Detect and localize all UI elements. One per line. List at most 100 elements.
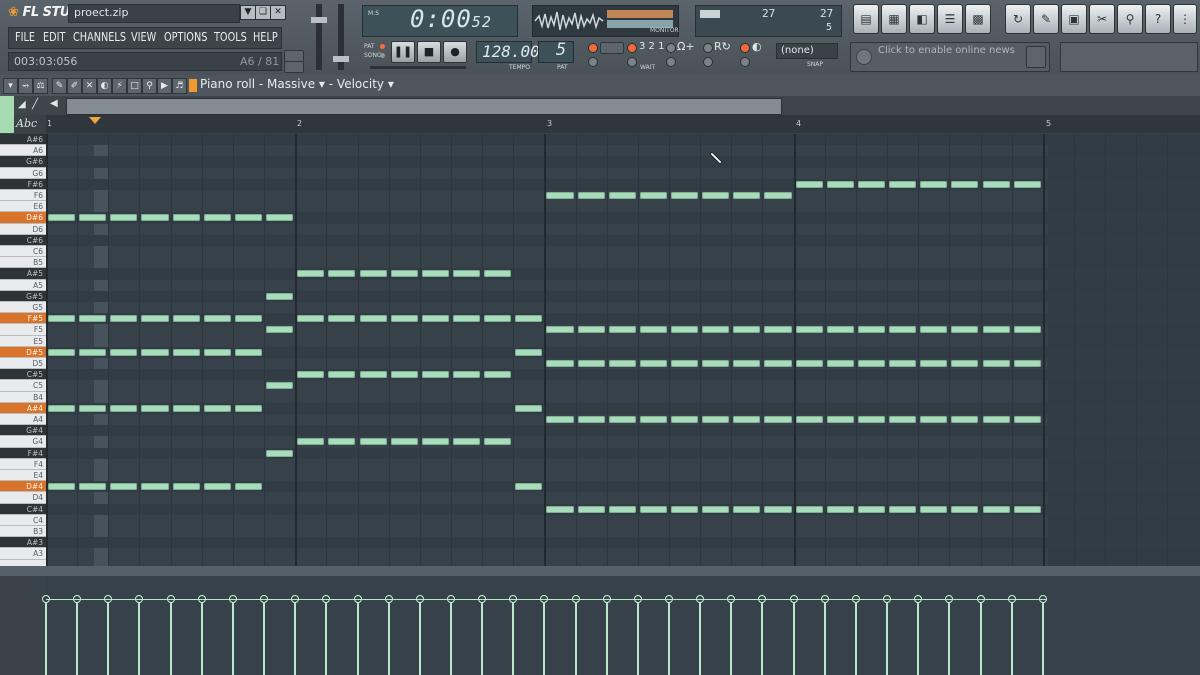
midi-note[interactable]	[702, 505, 730, 513]
speaker-icon[interactable]: ♬	[172, 78, 187, 94]
record-button[interactable]: ●	[443, 41, 467, 63]
velocity-bar[interactable]	[636, 602, 639, 675]
midi-note[interactable]	[639, 192, 667, 199]
piano-key[interactable]: E5	[0, 335, 46, 347]
midi-note[interactable]	[452, 270, 481, 278]
velocity-bar[interactable]	[294, 602, 297, 675]
midi-note[interactable]	[110, 315, 138, 323]
midi-note[interactable]	[110, 348, 138, 356]
midi-note[interactable]	[889, 326, 917, 334]
midi-note[interactable]	[1013, 505, 1041, 513]
midi-note[interactable]	[297, 371, 325, 379]
midi-note[interactable]	[48, 348, 76, 356]
hint-arrow-button[interactable]	[284, 61, 304, 73]
midi-note[interactable]	[951, 505, 979, 513]
midi-note[interactable]	[733, 360, 761, 367]
multilink-led[interactable]	[703, 57, 713, 67]
event-editor-divider[interactable]	[0, 566, 1200, 576]
midi-note[interactable]	[484, 270, 512, 278]
velocity-bar[interactable]	[231, 602, 234, 675]
piano-key[interactable]: C4	[0, 514, 46, 526]
master-volume-slider[interactable]	[311, 17, 327, 23]
piano-key[interactable]: A5	[0, 279, 46, 291]
midi-note[interactable]	[951, 326, 979, 334]
scrub-led[interactable]	[666, 57, 676, 67]
midi-note[interactable]	[452, 371, 481, 379]
velocity-bar[interactable]	[543, 602, 546, 675]
piano-key[interactable]: C5	[0, 380, 46, 392]
select-icon[interactable]: □	[127, 78, 142, 94]
zoom-tool-icon[interactable]: ◢	[18, 99, 26, 110]
midi-note[interactable]	[266, 292, 294, 300]
save-new-icon[interactable]: ✎	[1033, 4, 1059, 34]
midi-note[interactable]	[546, 360, 574, 367]
keyboard-tab[interactable]	[0, 96, 14, 133]
midi-note[interactable]	[577, 505, 605, 513]
midi-note[interactable]	[826, 180, 854, 188]
menu-edit[interactable]: EDIT	[43, 30, 65, 44]
blend-led[interactable]	[740, 43, 750, 53]
metronome-icon[interactable]	[600, 42, 624, 54]
stamp-icon[interactable]: ⚖	[33, 78, 48, 94]
midi-note[interactable]	[266, 326, 294, 334]
midi-note[interactable]	[110, 214, 138, 222]
midi-note[interactable]	[857, 505, 886, 513]
draw-tool-icon[interactable]: ╱	[32, 99, 38, 110]
midi-note[interactable]	[515, 404, 543, 412]
midi-note[interactable]	[857, 326, 886, 334]
midi-note[interactable]	[951, 416, 979, 423]
piano-key[interactable]: G#5	[0, 290, 46, 302]
piano-key[interactable]: D#4	[0, 481, 46, 493]
countdown-led[interactable]	[627, 43, 637, 53]
midi-note[interactable]	[671, 416, 699, 423]
midi-note[interactable]	[1013, 326, 1041, 334]
piano-key[interactable]: F#6	[0, 178, 46, 190]
piano-key[interactable]: C6	[0, 246, 46, 258]
mixer-icon[interactable]: ▩	[965, 4, 991, 34]
midi-note[interactable]	[764, 192, 792, 199]
velocity-bar[interactable]	[512, 602, 515, 675]
midi-note[interactable]	[203, 404, 231, 412]
piano-key[interactable]: F#4	[0, 447, 46, 459]
midi-note[interactable]	[795, 180, 823, 188]
midi-note[interactable]	[920, 180, 948, 188]
midi-note[interactable]	[671, 360, 699, 367]
note-names-toggle[interactable]: Abc	[16, 117, 37, 130]
velocity-bar[interactable]	[138, 602, 141, 675]
piano-key[interactable]: G6	[0, 167, 46, 179]
midi-note[interactable]	[920, 326, 948, 334]
velocity-bar[interactable]	[699, 602, 702, 675]
piano-keyboard[interactable]: A#6 A6 G#6 G6 F#6 F6 E6 D#6 D6 C#6 C6 B5 A#5 A5 G#5 G5 F…	[0, 134, 46, 566]
midi-note[interactable]	[889, 360, 917, 367]
midi-note[interactable]	[48, 483, 76, 491]
midi-note[interactable]	[79, 348, 107, 356]
velocity-bar[interactable]	[605, 602, 608, 675]
save-icon[interactable]: ▣	[1061, 4, 1087, 34]
midi-note[interactable]	[764, 416, 792, 423]
velocity-bar[interactable]	[45, 602, 47, 675]
midi-note[interactable]	[421, 371, 449, 379]
midi-note[interactable]	[79, 315, 107, 323]
midi-note[interactable]	[79, 483, 107, 491]
midi-note[interactable]	[515, 348, 543, 356]
piano-key[interactable]: B5	[0, 257, 46, 269]
piano-key[interactable]: G4	[0, 436, 46, 448]
velocity-bar[interactable]	[823, 602, 826, 675]
song-mode-led[interactable]	[380, 53, 385, 58]
midi-note[interactable]	[639, 360, 667, 367]
midi-note[interactable]	[172, 348, 200, 356]
midi-note[interactable]	[764, 505, 792, 513]
playhead-marker[interactable]	[89, 117, 101, 124]
midi-note[interactable]	[733, 416, 761, 423]
piano-key[interactable]: D#5	[0, 346, 46, 358]
piano-key[interactable]: A3	[0, 548, 46, 560]
piano-key[interactable]: C#4	[0, 503, 46, 515]
midi-note[interactable]	[172, 315, 200, 323]
midi-note[interactable]	[546, 192, 574, 199]
midi-note[interactable]	[671, 505, 699, 513]
scroll-left-icon[interactable]: ◀	[50, 98, 58, 109]
midi-note[interactable]	[234, 348, 263, 356]
menu-channels[interactable]: CHANNELS	[73, 30, 126, 44]
piano-key[interactable]: B3	[0, 526, 46, 538]
midi-note[interactable]	[702, 192, 730, 199]
